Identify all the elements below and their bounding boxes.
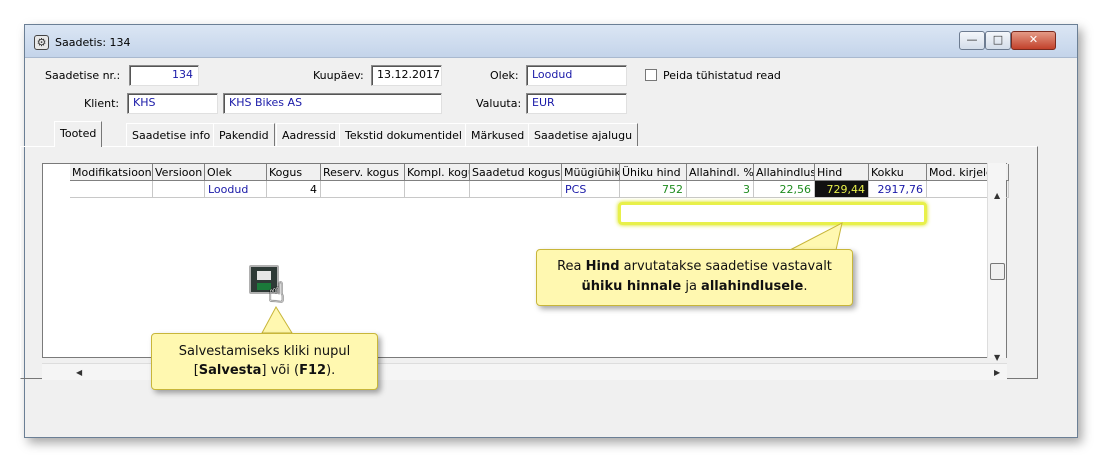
tab-tooted[interactable]: Tooted: [54, 121, 103, 147]
save-info-callout: Salvestamiseks kliki nupul [Salvesta] võ…: [151, 333, 378, 390]
save-callout-line2: [Salvesta] või (F12).: [193, 363, 336, 378]
save-callout-line1: Salvestamiseks kliki nupul: [178, 344, 351, 359]
price-info-callout: Rea Hind arvutatakse saadetise vastavalt…: [536, 249, 853, 306]
hand-pointer-icon: ☝: [268, 276, 286, 309]
price-callout-line1: Rea Hind arvutatakse saadetise vastavalt: [557, 259, 832, 274]
price-callout-line2: ühiku hinnale ja allahindlusele.: [581, 279, 808, 294]
